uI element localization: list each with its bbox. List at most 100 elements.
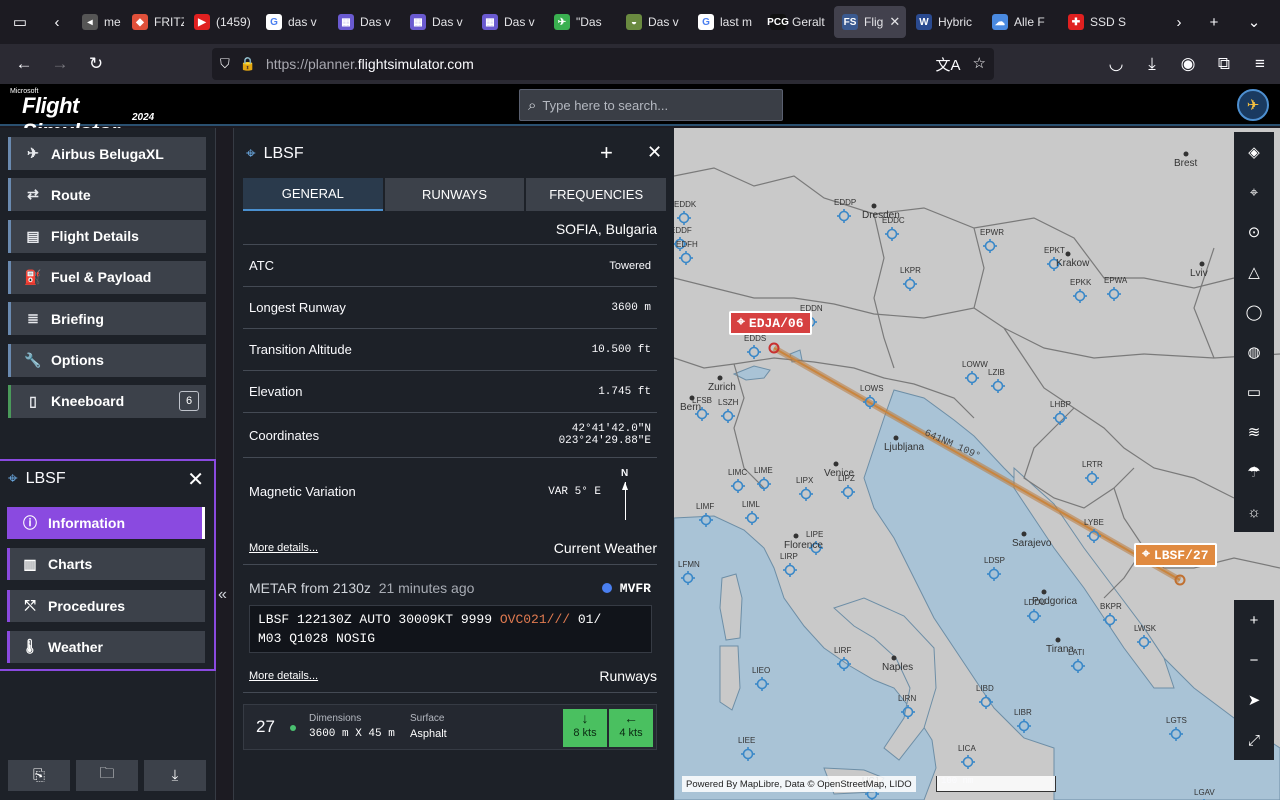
- airport-marker-icon[interactable]: [841, 485, 855, 499]
- sidebar-item-briefing[interactable]: ≣ Briefing: [8, 302, 206, 336]
- airport-marker-icon[interactable]: [757, 477, 771, 491]
- reload-icon[interactable]: ↻: [78, 48, 114, 80]
- origin-waypoint-tag[interactable]: ⌖ EDJA/06: [729, 311, 812, 335]
- browser-tab[interactable]: ▦ Das v: [474, 6, 544, 38]
- fullscreen-icon[interactable]: ⤢: [1234, 720, 1274, 760]
- download-button[interactable]: ⤓: [144, 760, 206, 791]
- airport-marker-icon[interactable]: [721, 409, 735, 423]
- subpanel-item-procedures[interactable]: ⤲ Procedures: [7, 589, 205, 622]
- subpanel-item-information[interactable]: ⓘ Information: [7, 507, 205, 539]
- forward-icon[interactable]: →: [42, 48, 78, 80]
- airport-marker-icon[interactable]: [1073, 289, 1087, 303]
- browser-tab[interactable]: Gdas v: [258, 6, 328, 38]
- subpanel-item-charts[interactable]: ▥ Charts: [7, 548, 205, 581]
- airport-marker-icon[interactable]: [745, 511, 759, 525]
- bookmark-star-icon[interactable]: ☆: [973, 54, 986, 75]
- lock-icon[interactable]: 🔒: [240, 56, 256, 72]
- sidebar-item-route[interactable]: ⇄ Route: [8, 178, 206, 212]
- pocket-icon[interactable]: ◡: [1098, 48, 1134, 80]
- browser-tab[interactable]: FS Flig ✕: [834, 6, 906, 38]
- user-avatar[interactable]: ✈: [1237, 89, 1269, 121]
- zoom-out-icon[interactable]: −: [1234, 640, 1274, 680]
- airport-marker-icon[interactable]: [799, 487, 813, 501]
- translate-icon[interactable]: 文A: [936, 54, 961, 75]
- tab-list-icon[interactable]: ⌄: [1234, 0, 1274, 44]
- ndb-icon[interactable]: △: [1234, 252, 1274, 292]
- open-folder-button[interactable]: 🗀: [76, 760, 138, 791]
- waypoint-icon[interactable]: ◯: [1234, 292, 1274, 332]
- close-panel-button[interactable]: ✕: [647, 142, 662, 163]
- airport-marker-icon[interactable]: [961, 755, 975, 769]
- browser-tab[interactable]: PCG Geralt: [762, 6, 832, 38]
- airport-marker-icon[interactable]: [903, 277, 917, 291]
- browser-tab[interactable]: ◆ FRITZ: [124, 6, 184, 38]
- browser-tab[interactable]: ☁ Alle F: [984, 6, 1058, 38]
- airport-marker-icon[interactable]: [991, 379, 1005, 393]
- new-tab-icon[interactable]: +: [1194, 0, 1234, 44]
- runway-card[interactable]: 27 Dimensions 3600 m X 45 m Surface Asph…: [243, 704, 657, 750]
- browser-tab[interactable]: ▦ Das v: [330, 6, 400, 38]
- zoom-in-icon[interactable]: +: [1234, 600, 1274, 640]
- ruler-icon[interactable]: ▭: [1234, 372, 1274, 412]
- weather-radar-icon[interactable]: ☂: [1234, 452, 1274, 492]
- close-icon[interactable]: ✕: [187, 467, 204, 492]
- collapse-panel-icon[interactable]: «: [218, 586, 227, 604]
- more-details-link[interactable]: More details...: [249, 542, 318, 554]
- airport-marker-icon[interactable]: [747, 345, 761, 359]
- sidebar-item-airbus-belugaxl[interactable]: ✈ Airbus BelugaXL: [8, 137, 206, 170]
- sidebar-item-options[interactable]: 🔧 Options: [8, 343, 206, 377]
- airport-marker-icon[interactable]: [965, 371, 979, 385]
- airport-marker-icon[interactable]: [885, 227, 899, 241]
- airport-marker-icon[interactable]: [783, 563, 797, 577]
- back-icon[interactable]: ←: [6, 48, 42, 80]
- sidebar-item-kneeboard[interactable]: ▯ Kneeboard 6: [8, 384, 206, 418]
- airport-marker-icon[interactable]: [731, 479, 745, 493]
- subpanel-item-weather[interactable]: 🌡 Weather: [7, 630, 205, 663]
- browser-tab[interactable]: ▶ (1459): [186, 6, 256, 38]
- browser-tab[interactable]: Glast m: [690, 6, 760, 38]
- browser-tab[interactable]: ◒ Das v: [618, 6, 688, 38]
- browser-tab[interactable]: W Hybric: [908, 6, 982, 38]
- map-view[interactable]: EDDPEDDCEPWREPKTEPWAEDDFLKPREPKKEDDNEDDS…: [674, 128, 1280, 800]
- browser-tab[interactable]: ◂ me: [74, 6, 122, 38]
- browser-tab[interactable]: ✚ SSD S: [1060, 6, 1130, 38]
- vor-icon[interactable]: ⊙: [1234, 212, 1274, 252]
- sidebar-item-fuel-payload[interactable]: ⛽ Fuel & Payload: [8, 260, 206, 294]
- sidebar-item-flight-details[interactable]: ▤ Flight Details: [8, 219, 206, 253]
- tab-general[interactable]: GENERAL: [243, 178, 383, 211]
- new-flight-plan-button[interactable]: ⎘: [8, 760, 70, 791]
- browser-tab[interactable]: ▦ Das v: [402, 6, 472, 38]
- tracking-shield-icon[interactable]: ⛉: [220, 56, 230, 72]
- airport-marker-icon[interactable]: [983, 239, 997, 253]
- airport-marker-icon[interactable]: [1085, 471, 1099, 485]
- tab-frequencies[interactable]: FREQUENCIES: [526, 178, 667, 211]
- airport-marker-icon[interactable]: [1053, 411, 1067, 425]
- map-attribution[interactable]: Powered By MapLibre, Data © OpenStreetMa…: [682, 776, 916, 792]
- close-tab-icon[interactable]: ✕: [889, 14, 900, 30]
- url-bar[interactable]: ⛉ 🔒 https://planner. flightsimulator.com…: [212, 48, 994, 80]
- layers-icon[interactable]: ◈: [1234, 132, 1274, 172]
- account-icon[interactable]: ◉: [1170, 48, 1206, 80]
- search-input[interactable]: ⌕ Type here to search...: [519, 89, 783, 121]
- brightness-icon[interactable]: ☼: [1234, 492, 1274, 532]
- downloads-icon[interactable]: ⤓: [1134, 48, 1170, 80]
- browser-tab[interactable]: ✈ "Das: [546, 6, 616, 38]
- airport-marker-icon[interactable]: [677, 211, 691, 225]
- airport-marker-icon[interactable]: [1107, 287, 1121, 301]
- tab-overview-icon[interactable]: ▭: [0, 0, 40, 44]
- menu-icon[interactable]: ≡: [1242, 48, 1278, 80]
- destination-waypoint-tag[interactable]: ⌖ LBSF/27: [1134, 543, 1217, 567]
- tabs-scroll-left-icon[interactable]: ‹: [40, 0, 74, 44]
- airport-marker-icon[interactable]: [679, 251, 693, 265]
- tabs-scroll-right-icon[interactable]: ›: [1164, 0, 1194, 44]
- airport-marker-icon[interactable]: [837, 209, 851, 223]
- wind-icon[interactable]: ≋: [1234, 412, 1274, 452]
- airport-filter-icon[interactable]: ⌖: [1234, 172, 1274, 212]
- tab-runways[interactable]: RUNWAYS: [384, 178, 525, 211]
- add-waypoint-button[interactable]: +: [600, 140, 613, 166]
- locate-icon[interactable]: ➤: [1234, 680, 1274, 720]
- extensions-icon[interactable]: ⧉: [1206, 48, 1242, 80]
- runways-more-details-link[interactable]: More details...: [249, 670, 318, 682]
- intersection-icon[interactable]: ◍: [1234, 332, 1274, 372]
- flight-simulator-logo[interactable]: Microsoft Flight Simulator 2024: [8, 87, 158, 144]
